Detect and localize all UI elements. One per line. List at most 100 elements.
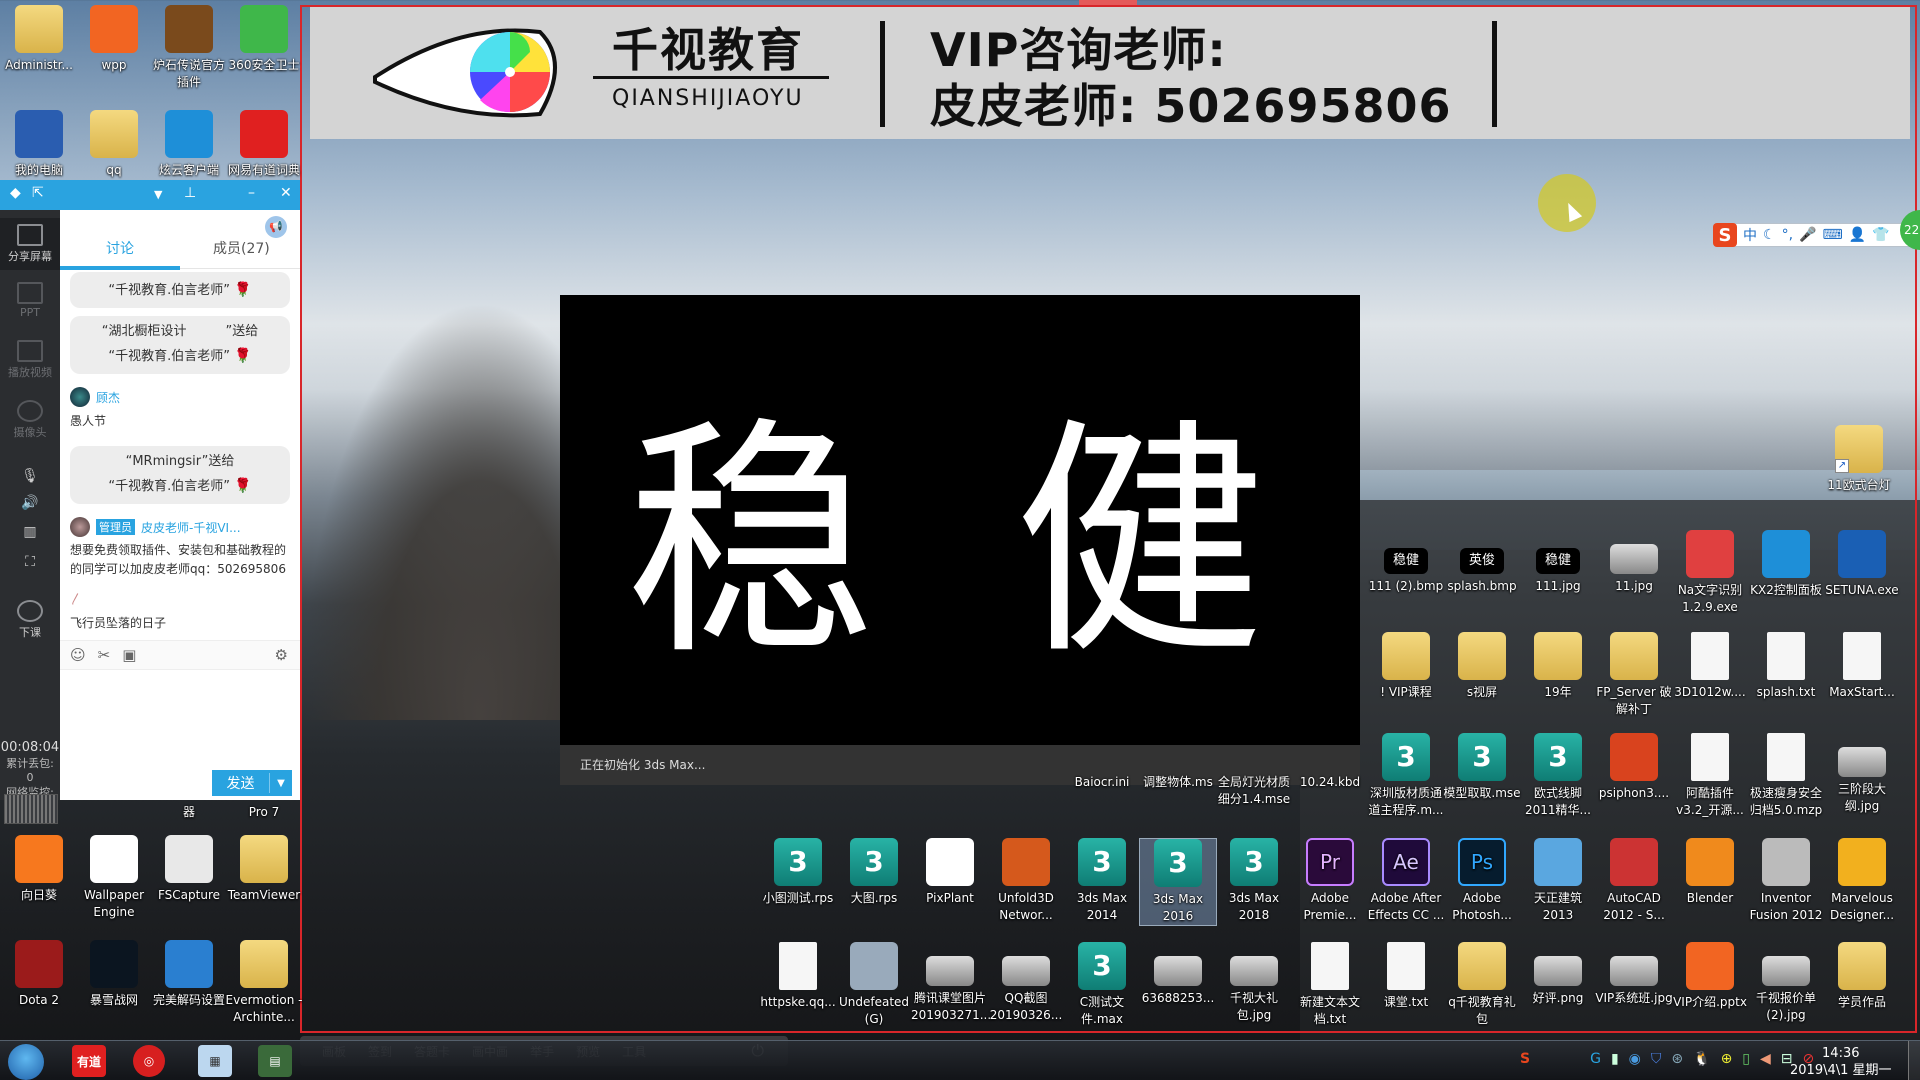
- tray-qq-icon[interactable]: 🐧: [1693, 1051, 1710, 1067]
- desktop-icon[interactable]: q千视教育礼包: [1443, 942, 1521, 1028]
- screenshot-scissors-icon[interactable]: ✂: [98, 646, 111, 664]
- taskbar-task-manager-icon[interactable]: ▤: [258, 1045, 292, 1077]
- equalizer-icon[interactable]: ▥: [0, 524, 60, 540]
- share-out-icon[interactable]: ⇱: [32, 185, 44, 201]
- desktop-icon[interactable]: SETUNA.exe: [1823, 530, 1901, 599]
- desktop-icon[interactable]: ! VIP课程: [1367, 632, 1445, 701]
- tray-usb-icon[interactable]: ▯: [1742, 1051, 1750, 1067]
- pin-icon[interactable]: ⊥: [184, 185, 196, 201]
- desktop-icon[interactable]: psiphon3....: [1595, 733, 1673, 802]
- desktop-icon[interactable]: splash.txt: [1747, 632, 1825, 701]
- ime-punctuation-icon[interactable]: °,: [1782, 227, 1793, 243]
- desktop-icon[interactable]: Inventor Fusion 2012: [1747, 838, 1825, 924]
- desktop-icon[interactable]: TeamViewer: [225, 835, 303, 904]
- desktop-icon[interactable]: 炉石传说官方插件: [150, 5, 228, 91]
- desktop-icon[interactable]: 3 3ds Max 2018: [1215, 838, 1293, 924]
- clock[interactable]: 14:36 2019\4\1 星期一: [1790, 1045, 1892, 1079]
- ime-mode-toggle[interactable]: 中: [1743, 225, 1757, 245]
- desktop-icon[interactable]: Na文字识别1.2.9.exe: [1671, 530, 1749, 616]
- tray-browser-icon[interactable]: ◉: [1629, 1051, 1641, 1067]
- sogou-logo-icon[interactable]: S: [1713, 223, 1737, 247]
- desktop-icon[interactable]: VIP介绍.pptx: [1671, 942, 1749, 1011]
- desktop-icon[interactable]: Wallpaper Engine: [75, 835, 153, 921]
- taskbar-calculator-icon[interactable]: ▦: [198, 1045, 232, 1077]
- desktop-icon[interactable]: Unfold3D Networ...: [987, 838, 1065, 924]
- tab-discussion[interactable]: 讨论: [106, 238, 134, 258]
- image-icon[interactable]: ▣: [122, 646, 136, 664]
- desktop-icon[interactable]: AutoCAD 2012 - S...: [1595, 838, 1673, 924]
- desktop-icon[interactable]: 我的电脑: [0, 110, 78, 179]
- desktop-icon[interactable]: qq: [75, 110, 153, 179]
- desktop-icon[interactable]: KX2控制面板: [1747, 530, 1825, 599]
- sidebar-play-video[interactable]: 播放视频: [0, 340, 60, 380]
- desktop-icon[interactable]: 3 3ds Max 2014: [1063, 838, 1141, 924]
- desktop-icon[interactable]: 3 模型取取.mse: [1443, 733, 1521, 802]
- desktop-icon[interactable]: 极速瘦身安全归档5.0.mzp: [1747, 733, 1825, 819]
- desktop-icon[interactable]: 3 欧式线脚2011精华...: [1519, 733, 1597, 819]
- desktop-icon[interactable]: 3 大图.rps: [835, 838, 913, 907]
- desktop-icon[interactable]: Administr...: [0, 5, 78, 74]
- tray-film-icon[interactable]: ▮: [1611, 1051, 1619, 1067]
- desktop-icon[interactable]: Dota 2: [0, 940, 78, 1009]
- sidebar-share-screen[interactable]: 分享屏幕: [0, 218, 60, 270]
- desktop-icon[interactable]: s视屏: [1443, 632, 1521, 701]
- desktop-icon[interactable]: 学员作品: [1823, 942, 1901, 1011]
- desktop-icon[interactable]: Pr Adobe Premie...: [1291, 838, 1369, 924]
- desktop-icon[interactable]: PixPlant: [911, 838, 989, 907]
- tray-sogou-icon[interactable]: S: [1520, 1051, 1530, 1067]
- ime-keyboard-icon[interactable]: ⌨: [1822, 227, 1842, 243]
- microphone-icon[interactable]: 🎙: [0, 468, 60, 484]
- sidebar-camera[interactable]: 摄像头: [0, 400, 60, 440]
- ime-skin-icon[interactable]: 👕: [1872, 227, 1889, 243]
- ime-halfwidth-icon[interactable]: ☾: [1763, 227, 1776, 243]
- emoji-icon[interactable]: ☺: [70, 646, 86, 664]
- desktop-icon[interactable]: 暴雪战网: [75, 940, 153, 1009]
- desktop-icon[interactable]: FSCapture: [150, 835, 228, 904]
- desktop-icon[interactable]: 向日葵: [0, 835, 78, 904]
- start-button[interactable]: [8, 1044, 44, 1080]
- desktop-icon[interactable]: 三阶段大纲.jpg: [1823, 733, 1901, 815]
- desktop-icon[interactable]: 稳健 111 (2).bmp: [1367, 530, 1445, 595]
- desktop-icon[interactable]: FP_Server 破解补丁: [1595, 632, 1673, 718]
- desktop-icon[interactable]: 19年: [1519, 632, 1597, 701]
- desktop-icon[interactable]: 新建文本文档.txt: [1291, 942, 1369, 1028]
- settings-gear-icon[interactable]: ⚙: [275, 646, 288, 664]
- recording-frame-grip[interactable]: [1079, 0, 1137, 6]
- desktop-icon[interactable]: Undefeated (G): [835, 942, 913, 1028]
- desktop-icon[interactable]: 阿酷插件v3.2_开源...: [1671, 733, 1749, 819]
- desktop-icon[interactable]: QQ截图20190326...: [987, 942, 1065, 1024]
- desktop-icon[interactable]: 稳健 111.jpg: [1519, 530, 1597, 595]
- desktop-icon[interactable]: 网易有道词典: [225, 110, 303, 179]
- desktop-icon[interactable]: 3 小图测试.rps: [759, 838, 837, 907]
- chat-input[interactable]: [60, 671, 300, 766]
- close-button[interactable]: ✕: [280, 185, 292, 201]
- show-desktop-button[interactable]: [1908, 1041, 1920, 1080]
- desktop-icon[interactable]: Baiocr.ini: [1063, 770, 1141, 791]
- dropdown-chevron-icon[interactable]: ▼: [154, 188, 162, 201]
- desktop-icon[interactable]: 课堂.txt: [1367, 942, 1445, 1011]
- desktop-icon[interactable]: 千视报价单(2).jpg: [1747, 942, 1825, 1024]
- desktop-icon[interactable]: 调整物体.ms: [1139, 770, 1217, 791]
- speaker-icon[interactable]: 🔊: [0, 495, 60, 511]
- desktop-icon[interactable]: 3 3ds Max 2016: [1139, 838, 1217, 926]
- desktop-icon[interactable]: Ps Adobe Photosh...: [1443, 838, 1521, 924]
- sidebar-ppt[interactable]: PPT: [0, 282, 60, 319]
- desktop-icon[interactable]: 炫云客户端: [150, 110, 228, 179]
- desktop-icon[interactable]: 器: [150, 800, 228, 821]
- desktop-icon[interactable]: Ae Adobe After Effects CC ...: [1367, 838, 1445, 924]
- taskbar-youdao[interactable]: 有道: [72, 1045, 106, 1077]
- desktop-icon[interactable]: 3 深圳版材质通道主程序.m...: [1367, 733, 1445, 819]
- desktop-icon[interactable]: 11.jpg: [1595, 530, 1673, 595]
- sidebar-end-class[interactable]: 下课: [0, 600, 60, 640]
- desktop-icon[interactable]: ↗ 11欧式台灯: [1820, 425, 1898, 494]
- desktop-icon[interactable]: 3 C测试文件.max: [1063, 942, 1141, 1028]
- desktop-icon[interactable]: VIP系统班.jpg: [1595, 942, 1673, 1007]
- tray-360-icon[interactable]: ⊕: [1721, 1051, 1733, 1067]
- desktop-icon[interactable]: 天正建筑2013: [1519, 838, 1597, 924]
- ime-user-icon[interactable]: 👤: [1849, 227, 1866, 243]
- desktop-icon[interactable]: 英俊 splash.bmp: [1443, 530, 1521, 595]
- tray-shield-icon[interactable]: ⛉: [1651, 1051, 1662, 1067]
- ime-voice-icon[interactable]: 🎤: [1799, 227, 1816, 243]
- send-button[interactable]: 发送 ▼: [212, 770, 292, 796]
- desktop-icon[interactable]: Evermotion - Archinte...: [225, 940, 303, 1026]
